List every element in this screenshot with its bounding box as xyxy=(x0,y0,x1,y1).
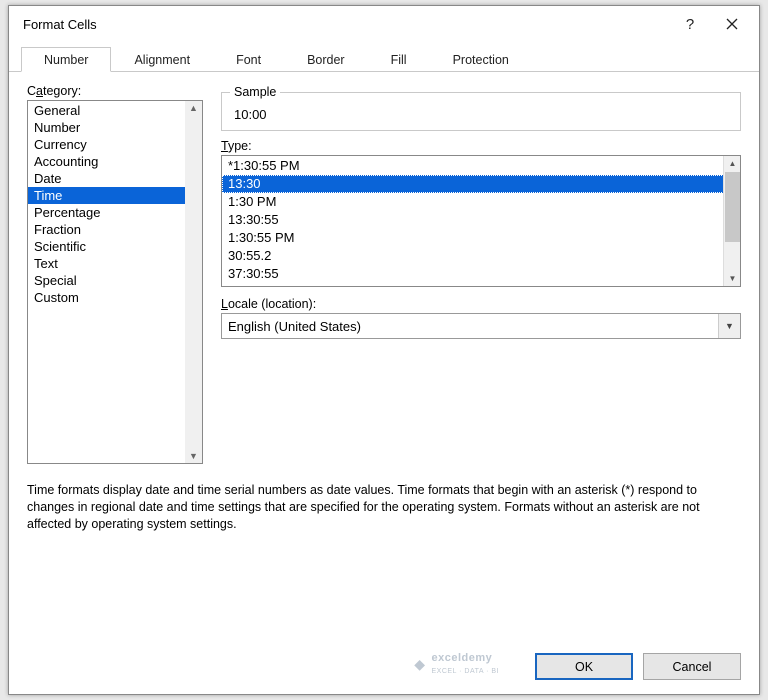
category-item[interactable]: Time xyxy=(28,187,202,204)
type-item[interactable]: *1:30:55 PM xyxy=(222,157,740,175)
watermark-tagline: EXCEL · DATA · BI xyxy=(432,668,500,675)
type-item[interactable]: 30:55.2 xyxy=(222,247,740,265)
category-item[interactable]: Fraction xyxy=(28,221,202,238)
category-item[interactable]: Date xyxy=(28,170,202,187)
tab-alignment[interactable]: Alignment xyxy=(111,47,213,72)
dropdown-button[interactable]: ▼ xyxy=(718,314,740,338)
logo-icon: ◆ xyxy=(414,656,425,673)
cancel-button[interactable]: Cancel xyxy=(643,653,741,680)
sample-legend: Sample xyxy=(230,85,280,99)
titlebar: Format Cells ? xyxy=(9,6,759,42)
category-item[interactable]: General xyxy=(28,102,202,119)
scroll-down-icon: ▼ xyxy=(189,451,198,461)
sample-value: 10:00 xyxy=(232,107,730,122)
tab-label: Border xyxy=(307,53,345,67)
tab-font[interactable]: Font xyxy=(213,47,284,72)
tabstrip: Number Alignment Font Border Fill Protec… xyxy=(9,42,759,72)
type-listbox[interactable]: *1:30:55 PM13:301:30 PM13:30:551:30:55 P… xyxy=(221,155,741,287)
tab-number[interactable]: Number xyxy=(21,47,111,72)
locale-label: Locale (location): xyxy=(221,297,741,311)
tab-label: Font xyxy=(236,53,261,67)
category-item[interactable]: Text xyxy=(28,255,202,272)
category-item[interactable]: Accounting xyxy=(28,153,202,170)
category-item[interactable]: Scientific xyxy=(28,238,202,255)
type-label: Type: xyxy=(221,139,741,153)
chevron-down-icon: ▼ xyxy=(725,321,734,331)
button-label: Cancel xyxy=(673,660,712,674)
tab-label: Alignment xyxy=(134,53,190,67)
tab-label: Fill xyxy=(391,53,407,67)
close-icon xyxy=(726,18,738,30)
type-item[interactable]: 13:30:55 xyxy=(222,211,740,229)
tab-border[interactable]: Border xyxy=(284,47,368,72)
tab-label: Protection xyxy=(453,53,509,67)
category-item[interactable]: Currency xyxy=(28,136,202,153)
type-item[interactable]: 37:30:55 xyxy=(222,265,740,283)
tab-fill[interactable]: Fill xyxy=(368,47,430,72)
type-item[interactable]: 13:30 xyxy=(222,175,740,193)
type-item[interactable]: 1:30:55 PM xyxy=(222,229,740,247)
locale-value: English (United States) xyxy=(228,319,361,334)
close-button[interactable] xyxy=(711,10,753,38)
category-item[interactable]: Special xyxy=(28,272,202,289)
locale-combobox[interactable]: English (United States) ▼ xyxy=(221,313,741,339)
type-item[interactable]: 1:30 PM xyxy=(222,193,740,211)
scrollbar[interactable]: ▲ ▼ xyxy=(723,156,740,286)
scrollbar[interactable]: ▲ ▼ xyxy=(185,101,202,463)
tab-protection[interactable]: Protection xyxy=(430,47,532,72)
description-text: Time formats display date and time seria… xyxy=(27,482,741,533)
watermark: ◆ exceldemy EXCEL · DATA · BI xyxy=(414,652,499,676)
ok-button[interactable]: OK xyxy=(535,653,633,680)
dialog-title: Format Cells xyxy=(23,17,669,32)
sample-group: Sample 10:00 xyxy=(221,92,741,131)
category-label: Category: xyxy=(27,84,203,98)
button-label: OK xyxy=(575,660,593,674)
tab-label: Number xyxy=(44,53,88,67)
category-item[interactable]: Custom xyxy=(28,289,202,306)
scroll-down-icon: ▼ xyxy=(724,271,741,286)
help-button[interactable]: ? xyxy=(669,10,711,38)
scroll-up-icon: ▲ xyxy=(189,103,198,113)
scroll-thumb[interactable] xyxy=(725,172,740,242)
category-item[interactable]: Number xyxy=(28,119,202,136)
button-row: ◆ exceldemy EXCEL · DATA · BI OK Cancel xyxy=(9,643,759,694)
dialog-content: Category: GeneralNumberCurrencyAccountin… xyxy=(9,72,759,643)
category-listbox[interactable]: GeneralNumberCurrencyAccountingDateTimeP… xyxy=(27,100,203,464)
category-item[interactable]: Percentage xyxy=(28,204,202,221)
format-cells-dialog: Format Cells ? Number Alignment Font Bor… xyxy=(8,5,760,695)
watermark-brand: exceldemy xyxy=(432,652,493,664)
scroll-up-icon: ▲ xyxy=(724,156,741,171)
